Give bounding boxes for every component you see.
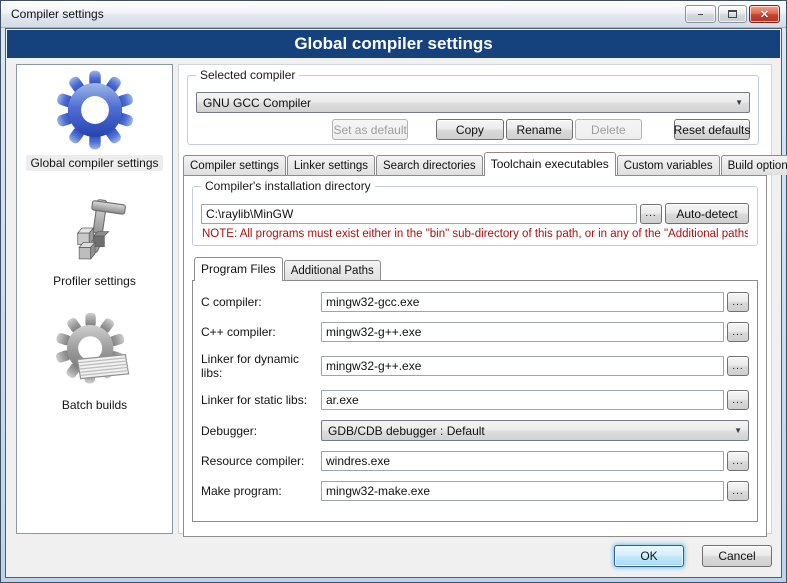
- sidebar-item-batch-builds[interactable]: Batch builds: [17, 313, 172, 413]
- sidebar-item-label: Profiler settings: [49, 273, 140, 289]
- field-label: Debugger:: [201, 424, 321, 438]
- static-linker-input[interactable]: [321, 390, 724, 410]
- field-label: C++ compiler:: [201, 325, 321, 339]
- titlebar[interactable]: Compiler settings – ✕: [1, 1, 786, 28]
- c-compiler-browse-button[interactable]: ...: [727, 292, 749, 312]
- chevron-down-icon: ▼: [729, 98, 743, 107]
- installation-note: NOTE: All programs must exist either in …: [202, 228, 748, 240]
- tab-additional-paths[interactable]: Additional Paths: [284, 260, 381, 280]
- settings-category-list: Global compiler settings: [16, 64, 173, 534]
- compiler-select[interactable]: GNU GCC Compiler ▼: [196, 92, 750, 113]
- tab-toolchain-executables[interactable]: Toolchain executables: [484, 152, 616, 176]
- global-compiler-settings-panel: Selected compiler GNU GCC Compiler ▼ Set…: [178, 64, 772, 534]
- sidebar-item-global-compiler-settings[interactable]: Global compiler settings: [17, 69, 172, 171]
- window-controls: – ✕: [685, 5, 780, 23]
- form-row-debugger: Debugger: GDB/CDB debugger : Default ▼: [201, 420, 749, 441]
- tab-program-files[interactable]: Program Files: [194, 257, 283, 281]
- tab-build-options[interactable]: Build options: [721, 155, 787, 175]
- reset-defaults-button[interactable]: Reset defaults: [674, 119, 750, 140]
- minimize-icon: –: [698, 9, 704, 20]
- toolchain-executables-panel: Compiler's installation directory ... Au…: [183, 175, 767, 537]
- ellipsis-icon: ...: [732, 327, 743, 338]
- gray-gear-papers-icon: [55, 313, 135, 393]
- caliper-cubes-icon: [59, 197, 131, 269]
- installation-directory-input[interactable]: [201, 204, 637, 224]
- compiler-settings-dialog: Compiler settings – ✕ Global compiler se…: [0, 0, 787, 583]
- form-row-c-compiler: C compiler: ...: [201, 292, 749, 312]
- form-row-make-program: Make program: ...: [201, 481, 749, 501]
- compiler-buttons-row: Set as default Copy Rename Delete Reset …: [196, 119, 750, 140]
- selected-compiler-legend: Selected compiler: [196, 68, 299, 82]
- compiler-select-value: GNU GCC Compiler: [203, 96, 311, 110]
- close-icon: ✕: [760, 8, 769, 21]
- blue-gear-icon: [54, 69, 136, 151]
- maximize-button[interactable]: [718, 5, 747, 23]
- field-label: Linker for dynamic libs:: [201, 352, 321, 380]
- sidebar-item-label: Global compiler settings: [26, 155, 162, 171]
- cancel-button[interactable]: Cancel: [702, 545, 772, 567]
- copy-button[interactable]: Copy: [436, 119, 503, 140]
- installation-directory-legend: Compiler's installation directory: [201, 179, 375, 193]
- ellipsis-icon: ...: [732, 486, 743, 497]
- resource-compiler-input[interactable]: [321, 451, 724, 471]
- page-title: Global compiler settings: [7, 30, 780, 58]
- installation-directory-group: Compiler's installation directory ... Au…: [192, 186, 758, 246]
- dialog-footer: OK Cancel: [614, 545, 772, 567]
- ellipsis-icon: ...: [645, 208, 656, 219]
- chevron-down-icon: ▼: [728, 426, 742, 435]
- tab-linker-settings[interactable]: Linker settings: [287, 155, 375, 175]
- form-row-cpp-compiler: C++ compiler: ...: [201, 322, 749, 342]
- field-label: C compiler:: [201, 295, 321, 309]
- rename-button[interactable]: Rename: [506, 119, 573, 140]
- set-as-default-button[interactable]: Set as default: [332, 119, 408, 140]
- form-row-resource-compiler: Resource compiler: ...: [201, 451, 749, 471]
- program-files-panel: C compiler: ... C++ compiler:: [192, 280, 758, 522]
- c-compiler-input[interactable]: [321, 292, 724, 312]
- ellipsis-icon: ...: [732, 456, 743, 467]
- sidebar-item-profiler-settings[interactable]: Profiler settings: [17, 197, 172, 289]
- program-files-tab-strip: Program Files Additional Paths: [194, 256, 756, 280]
- dialog-client-area: Global compiler settings: [5, 28, 782, 578]
- form-row-dynamic-linker: Linker for dynamic libs: ...: [201, 352, 749, 380]
- dynamic-linker-browse-button[interactable]: ...: [727, 356, 749, 376]
- settings-tab-strip: Compiler settings Linker settings Search…: [183, 151, 767, 175]
- cpp-compiler-browse-button[interactable]: ...: [727, 322, 749, 342]
- resource-compiler-browse-button[interactable]: ...: [727, 451, 749, 471]
- dynamic-linker-input[interactable]: [321, 356, 724, 376]
- sidebar-item-label: Batch builds: [58, 397, 131, 413]
- auto-detect-button[interactable]: Auto-detect: [665, 203, 749, 224]
- field-label: Resource compiler:: [201, 454, 321, 468]
- window-title: Compiler settings: [11, 7, 104, 21]
- ok-button[interactable]: OK: [614, 545, 684, 567]
- tab-compiler-settings[interactable]: Compiler settings: [183, 155, 286, 175]
- debugger-select-value: GDB/CDB debugger : Default: [328, 424, 485, 438]
- ellipsis-icon: ...: [732, 297, 743, 308]
- debugger-select[interactable]: GDB/CDB debugger : Default ▼: [321, 420, 749, 441]
- installation-directory-browse-button[interactable]: ...: [640, 204, 662, 224]
- installation-directory-row: ... Auto-detect: [201, 203, 749, 224]
- cpp-compiler-input[interactable]: [321, 322, 724, 342]
- delete-button[interactable]: Delete: [575, 119, 642, 140]
- static-linker-browse-button[interactable]: ...: [727, 390, 749, 410]
- tab-search-directories[interactable]: Search directories: [376, 155, 483, 175]
- tab-custom-variables[interactable]: Custom variables: [617, 155, 720, 175]
- minimize-button[interactable]: –: [685, 5, 716, 23]
- make-program-browse-button[interactable]: ...: [727, 481, 749, 501]
- field-label: Make program:: [201, 484, 321, 498]
- close-button[interactable]: ✕: [749, 5, 780, 23]
- make-program-input[interactable]: [321, 481, 724, 501]
- field-label: Linker for static libs:: [201, 393, 321, 407]
- selected-compiler-group: Selected compiler GNU GCC Compiler ▼ Set…: [187, 75, 759, 145]
- ellipsis-icon: ...: [732, 361, 743, 372]
- ellipsis-icon: ...: [732, 395, 743, 406]
- maximize-icon: [728, 10, 737, 18]
- form-row-static-linker: Linker for static libs: ...: [201, 390, 749, 410]
